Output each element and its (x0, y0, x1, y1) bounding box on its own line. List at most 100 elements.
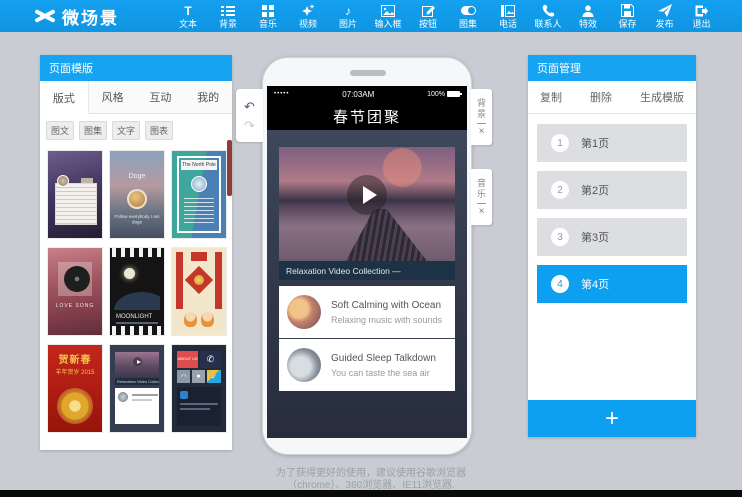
grid-icon (262, 4, 274, 18)
template-thumb-north-pole[interactable]: The North Pole (172, 151, 226, 238)
video-caption: Relaxation Video Collection — (279, 261, 455, 280)
tab-style[interactable]: 风格 (89, 81, 137, 113)
paper-plane-icon (658, 4, 672, 18)
tool-image[interactable]: ♪ 图片 (328, 0, 368, 32)
template-thumb-metro-tiles[interactable]: ABOUT US ✆ ◠ ● ✓ (172, 345, 226, 432)
media-list-item[interactable]: Soft Calming with Ocean Relaxing music w… (279, 286, 455, 338)
add-page-button[interactable]: + (528, 400, 696, 437)
copy-page-button[interactable]: 复制 (540, 89, 562, 105)
avatar (57, 175, 69, 187)
history-tab: ↶ ↷ (236, 89, 263, 142)
filter-chart[interactable]: 图表 (145, 121, 173, 140)
text-icon: T (184, 4, 191, 18)
page-item-1[interactable]: 1 第1页 (537, 124, 687, 162)
status-time: 07:03AM (290, 90, 428, 99)
filter-gallery[interactable]: 图集 (79, 121, 107, 140)
tool-button[interactable]: 按钮 (408, 0, 448, 32)
tool-text[interactable]: T 文本 (168, 0, 208, 32)
moon (124, 268, 135, 279)
close-icon[interactable]: × (479, 127, 485, 137)
delete-page-button[interactable]: 删除 (590, 89, 612, 105)
exit-button[interactable]: 退出 (683, 0, 720, 32)
template-thumb-night-card[interactable] (48, 151, 102, 238)
template-thumb-moonlight[interactable]: MOONLIGHT (110, 248, 164, 335)
chat-tile-icon: ● (192, 370, 205, 383)
tab-layout[interactable]: 版式 (40, 81, 89, 114)
phone-preview: ••••• 07:03AM 100% 春节团聚 Relaxation Video… (262, 57, 472, 455)
check-tile-icon: ✓ (207, 370, 221, 383)
music-note-icon: ♪ (345, 4, 351, 18)
browser-hint: 为了获得更好的使用，建议使用谷歌浏览器 （chrome）、360浏览器、IE11… (0, 468, 742, 492)
page-item-3[interactable]: 3 第3页 (537, 218, 687, 256)
make-template-button[interactable]: 生成模版 (640, 89, 684, 105)
phone-screen[interactable]: ••••• 07:03AM 100% 春节团聚 Relaxation Video… (267, 86, 467, 438)
play-button-icon[interactable] (347, 175, 387, 215)
signal-dots: ••••• (274, 91, 290, 97)
page-manager-title: 页面管理 (528, 55, 696, 81)
template-tabs: 版式 风格 互动 我的 (40, 81, 232, 114)
tab-interact[interactable]: 互动 (137, 81, 185, 113)
template-grid: Doge Follow everybody I am doge The Nort… (40, 145, 232, 438)
logo-text: 微场景 (62, 4, 119, 29)
page-manager-panel: 页面管理 复制 删除 生成模版 1 第1页 2 第2页 3 第3页 4 第4页 (528, 55, 696, 437)
save-icon (621, 4, 634, 18)
logo-x-icon (34, 8, 56, 24)
filter-imagetext[interactable]: 图文 (46, 121, 74, 140)
tool-background[interactable]: 背景 (208, 0, 248, 32)
tool-video[interactable]: 视频 (288, 0, 328, 32)
page-list: 1 第1页 2 第2页 3 第3页 4 第4页 (528, 114, 696, 303)
ocean-thumb (287, 295, 321, 329)
template-scrollbar[interactable] (227, 140, 232, 196)
battery-icon (447, 91, 460, 97)
template-thumb-new-year-red[interactable]: 贺新春 羊年贺岁 2015 (48, 345, 102, 432)
video-widget[interactable]: Relaxation Video Collection — (279, 147, 455, 280)
video-thumbnail (279, 147, 455, 261)
media-list: Soft Calming with Ocean Relaxing music w… (279, 286, 455, 391)
tool-contacts[interactable]: 联系人 (528, 0, 568, 32)
page-title[interactable]: 春节团聚 (267, 102, 467, 130)
page-item-4-active[interactable]: 4 第4页 (537, 265, 687, 303)
battery-status: 100% (427, 91, 460, 98)
avatar (191, 176, 207, 192)
tool-phone[interactable]: 电话 (488, 0, 528, 32)
template-thumb-love-song[interactable]: LOVE SONG (48, 248, 102, 335)
phone-tile-icon: ✆ (200, 351, 221, 368)
tool-gallery[interactable]: 图集 (448, 0, 488, 32)
close-icon[interactable]: × (479, 207, 485, 217)
app-logo: 微场景 (0, 4, 168, 29)
sleep-thumb (287, 348, 321, 382)
media-list-item[interactable]: Guided Sleep Talkdown You can taste the … (279, 338, 455, 391)
list-icon (221, 4, 235, 18)
template-thumb-doge[interactable]: Doge Follow everybody I am doge (110, 151, 164, 238)
redo-icon[interactable]: ↷ (244, 119, 255, 132)
toolbar-actions: 保存 发布 退出 (609, 0, 720, 32)
headphones-tile-icon: ◠ (177, 370, 190, 383)
template-thumb-new-year-cream[interactable] (172, 248, 226, 335)
undo-icon[interactable]: ↶ (244, 100, 255, 113)
tool-music[interactable]: 音乐 (248, 0, 288, 32)
template-panel-title: 页面模版 (40, 55, 232, 81)
page-manager-actions: 复制 删除 生成模版 (528, 81, 696, 114)
music-layer-tab[interactable]: 音乐 × (471, 169, 492, 225)
framed-image-icon (501, 4, 515, 18)
phone-speaker (350, 70, 386, 76)
save-button[interactable]: 保存 (609, 0, 646, 32)
bottom-strip (0, 490, 742, 497)
picture-icon (381, 4, 395, 18)
toolbar-tools: T 文本 背景 音乐 视频 ♪ 图片 输入框 (168, 0, 608, 32)
avatar (127, 189, 147, 209)
template-panel: 页面模版 版式 风格 互动 我的 图文 图集 文字 图表 Doge Follow… (40, 55, 232, 450)
tool-input[interactable]: 输入框 (368, 0, 408, 32)
top-toolbar: 微场景 T 文本 背景 音乐 视频 ♪ 图片 (0, 0, 742, 32)
tool-effects[interactable]: 特效 (568, 0, 608, 32)
page-item-2[interactable]: 2 第2页 (537, 171, 687, 209)
person-icon (582, 4, 594, 18)
background-layer-tab[interactable]: 背景 × (471, 89, 492, 145)
tab-mine[interactable]: 我的 (184, 81, 232, 113)
edit-icon (422, 4, 435, 18)
publish-button[interactable]: 发布 (646, 0, 683, 32)
template-thumb-video-collection[interactable]: Relaxation Video Collection (110, 345, 164, 432)
exit-icon (695, 4, 708, 18)
play-icon (133, 357, 142, 366)
filter-text[interactable]: 文字 (112, 121, 140, 140)
